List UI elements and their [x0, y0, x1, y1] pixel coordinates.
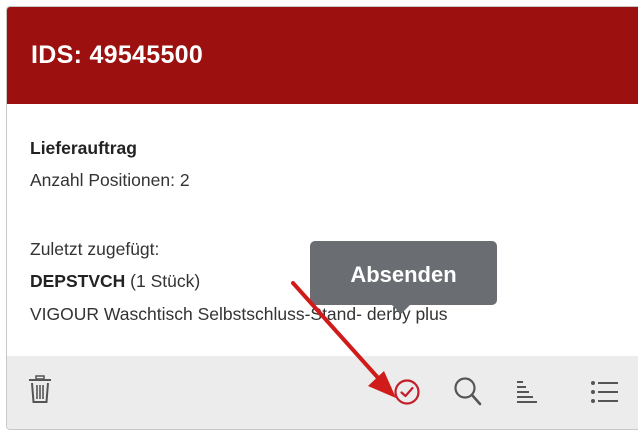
annotation-arrow — [291, 281, 396, 398]
